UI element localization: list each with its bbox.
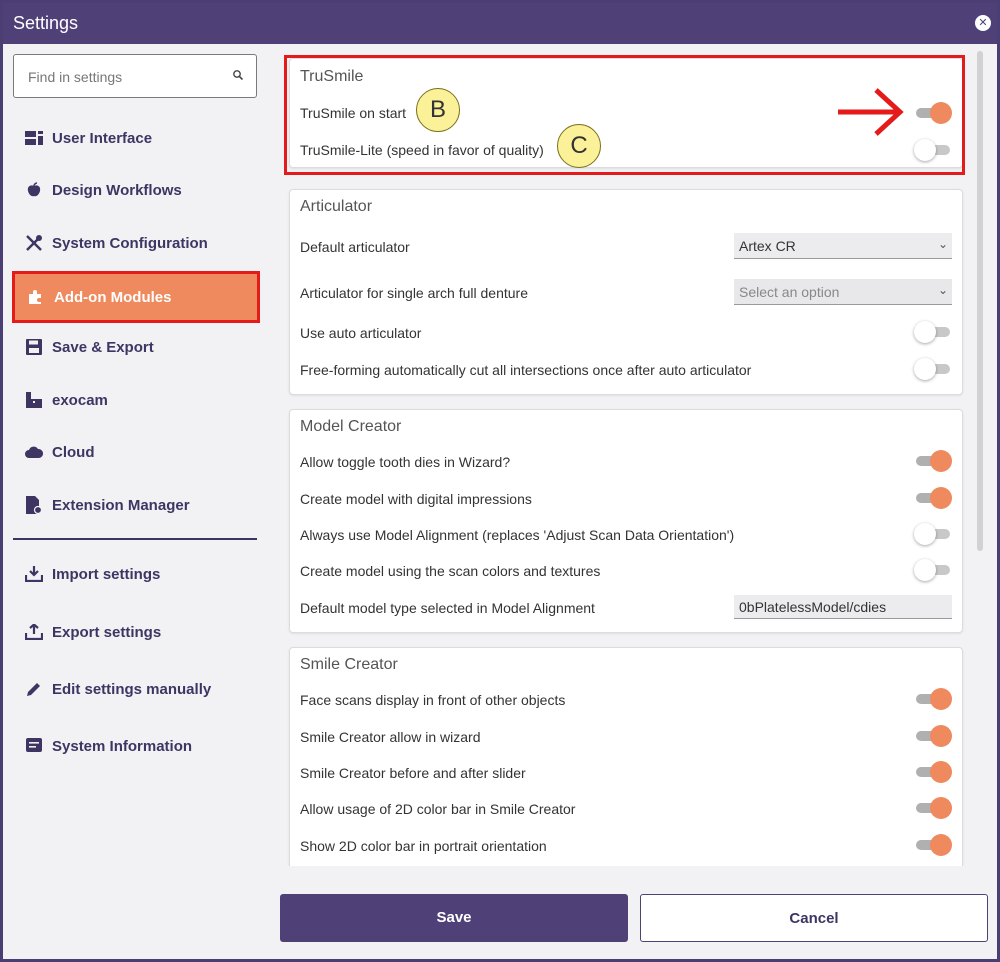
callout-c: C [557, 124, 601, 168]
search-input[interactable]: Find in settings [13, 54, 257, 98]
puzzle-icon [25, 288, 47, 306]
sidebar-item-label: Add-on Modules [54, 288, 172, 306]
setting-label: Create model using the scan colors and t… [300, 563, 601, 579]
default-articulator-select[interactable]: Artex CR ⌄ [734, 233, 952, 259]
setting-label: TruSmile on start [300, 105, 407, 121]
setting-label: Smile Creator allow in wizard [300, 729, 481, 745]
color-bar-portrait-toggle[interactable] [914, 834, 952, 856]
section-title: Articulator [300, 198, 373, 215]
red-arrow-icon [838, 88, 904, 136]
export-icon [23, 623, 45, 641]
chevron-down-icon: ⌄ [937, 283, 948, 297]
sidebar-item-exocam[interactable]: exocam [13, 378, 257, 422]
window-title: Settings [13, 13, 79, 33]
auto-articulator-toggle[interactable] [914, 321, 952, 343]
sidebar-item-label: Extension Manager [52, 496, 190, 514]
callout-b: B [416, 88, 460, 132]
settings-window: Settings ✕ Find in settings User Interfa… [0, 0, 1000, 962]
sidebar-item-edit-settings-manually[interactable]: Edit settings manually [13, 667, 257, 711]
settings-content: TruSmile TruSmile on start TruSmile-Lite… [269, 44, 975, 866]
sidebar-item-label: Import settings [52, 565, 161, 583]
dialog-footer: Save Cancel [269, 869, 997, 959]
info-card-icon [23, 737, 45, 755]
sidebar-item-extension-manager[interactable]: Extension Manager [13, 483, 257, 527]
sidebar-item-add-on-modules[interactable]: Add-on Modules [12, 271, 260, 323]
sidebar-item-import-settings[interactable]: Import settings [13, 552, 257, 596]
setting-label: Default articulator [300, 239, 410, 255]
toggle-tooth-dies-toggle[interactable] [914, 450, 952, 472]
scrollbar[interactable] [977, 51, 983, 551]
close-icon[interactable]: ✕ [975, 15, 991, 31]
scan-colors-toggle[interactable] [914, 559, 952, 581]
setting-label: Show 2D color bar in portrait orientatio… [300, 838, 547, 854]
setting-label: Create model with digital impressions [300, 491, 532, 507]
apple-icon [23, 181, 45, 199]
tools-icon [23, 234, 45, 252]
sidebar-item-label: System Information [52, 737, 193, 755]
setting-label: Use auto articulator [300, 325, 422, 341]
sidebar-item-label: User Interface [52, 129, 153, 147]
trusmile-lite-toggle[interactable] [914, 139, 952, 161]
setting-label: Default model type selected in Model Ali… [300, 600, 595, 616]
setting-label: Allow toggle tooth dies in Wizard? [300, 454, 511, 470]
setting-label: Always use Model Alignment (replaces 'Ad… [300, 527, 735, 543]
sidebar: Find in settings User Interface Design W… [3, 44, 265, 959]
setting-label: Face scans display in front of other obj… [300, 692, 566, 708]
setting-label: Allow usage of 2D color bar in Smile Cre… [300, 801, 576, 817]
free-forming-cut-toggle[interactable] [914, 358, 952, 380]
sidebar-item-design-workflows[interactable]: Design Workflows [13, 168, 257, 212]
face-scans-front-toggle[interactable] [914, 688, 952, 710]
setting-label: Articulator for single arch full denture [300, 285, 528, 301]
cancel-button[interactable]: Cancel [640, 894, 988, 942]
before-after-slider-toggle[interactable] [914, 761, 952, 783]
trusmile-on-start-toggle[interactable] [914, 102, 952, 124]
sidebar-item-user-interface[interactable]: User Interface [13, 116, 257, 160]
sidebar-item-label: Cloud [52, 443, 95, 461]
save-button[interactable]: Save [280, 894, 628, 942]
color-bar-2d-toggle[interactable] [914, 797, 952, 819]
sidebar-item-label: exocam [52, 391, 108, 409]
setting-label: Free-forming automatically cut all inter… [300, 362, 752, 378]
sidebar-item-system-configuration[interactable]: System Configuration [13, 221, 257, 265]
sidebar-divider [13, 538, 257, 540]
dashboard-icon [23, 129, 45, 147]
search-placeholder: Find in settings [28, 69, 123, 85]
smile-creator-section: Smile Creator Face scans display in fron… [289, 647, 963, 866]
cloud-icon [23, 443, 45, 461]
sidebar-item-export-settings[interactable]: Export settings [13, 610, 257, 654]
articulator-section: Articulator Default articulator Artex CR… [289, 189, 963, 395]
sidebar-item-label: Design Workflows [52, 181, 182, 199]
setting-label: TruSmile-Lite (speed in favor of quality… [300, 142, 544, 158]
setting-label: Smile Creator before and after slider [300, 765, 526, 781]
sidebar-item-label: Export settings [52, 623, 162, 641]
section-title: TruSmile [300, 68, 364, 85]
sidebar-item-save-export[interactable]: Save & Export [13, 325, 257, 369]
smile-creator-wizard-toggle[interactable] [914, 725, 952, 747]
sidebar-item-cloud[interactable]: Cloud [13, 430, 257, 474]
file-gear-icon [23, 496, 45, 514]
search-icon [233, 70, 244, 81]
default-model-type-field[interactable]: 0bPlatelessModel/cdies [734, 595, 952, 619]
single-arch-articulator-select[interactable]: Select an option ⌄ [734, 279, 952, 305]
sidebar-item-label: System Configuration [52, 234, 208, 252]
model-creator-section: Model Creator Allow toggle tooth dies in… [289, 409, 963, 633]
sidebar-item-system-information[interactable]: System Information [13, 724, 257, 768]
sidebar-item-label: Edit settings manually [52, 680, 212, 698]
sidebar-item-label: Save & Export [52, 338, 154, 356]
digital-impressions-toggle[interactable] [914, 487, 952, 509]
camera-icon [23, 391, 45, 409]
pencil-icon [23, 680, 45, 698]
floppy-icon [23, 338, 45, 356]
model-alignment-toggle[interactable] [914, 523, 952, 545]
import-icon [23, 565, 45, 583]
title-bar: Settings ✕ [3, 3, 997, 44]
section-title: Smile Creator [300, 656, 398, 673]
chevron-down-icon: ⌄ [937, 237, 948, 251]
section-title: Model Creator [300, 418, 402, 435]
